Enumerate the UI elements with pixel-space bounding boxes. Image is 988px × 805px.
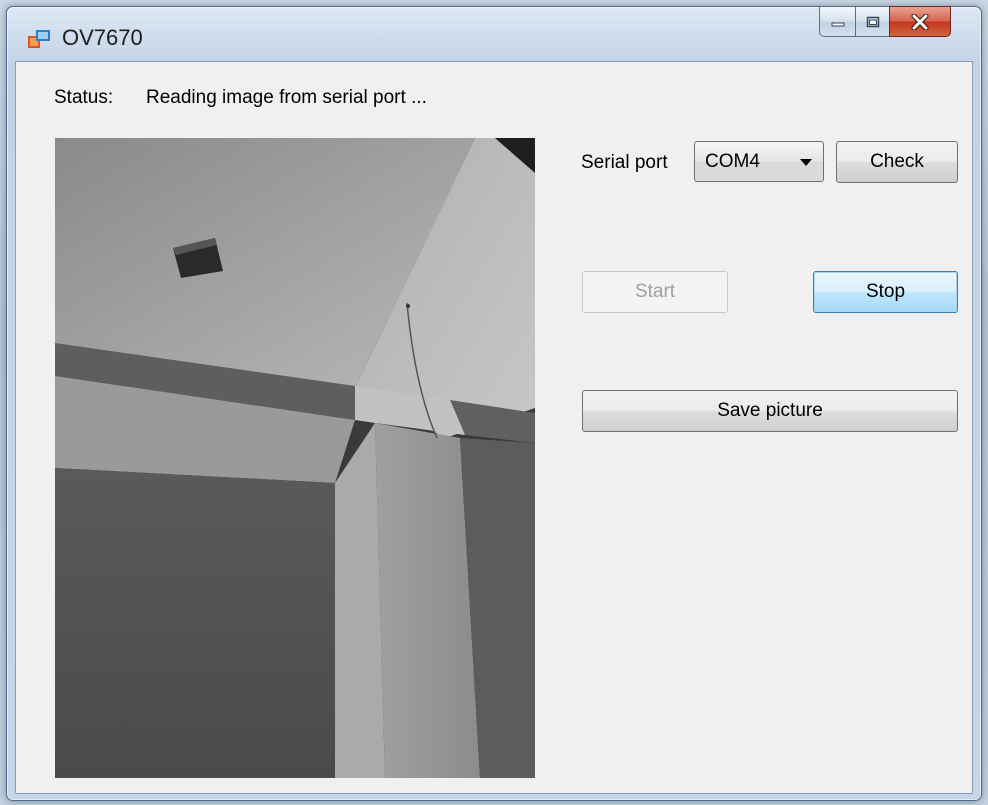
minimize-button[interactable]	[819, 6, 855, 37]
client-area: Status: Reading image from serial port .…	[15, 61, 973, 794]
window-title: OV7670	[62, 25, 143, 50]
app-window: OV7670 Status: Reading image from serial…	[6, 6, 982, 801]
camera-preview	[55, 138, 535, 778]
app-icon	[28, 30, 50, 48]
stop-button[interactable]: Stop	[813, 271, 958, 313]
close-icon	[911, 13, 929, 30]
close-button[interactable]	[889, 6, 951, 37]
save-picture-button[interactable]: Save picture	[582, 390, 958, 432]
stop-button-label: Stop	[865, 281, 906, 302]
title-bar[interactable]: OV7670	[7, 6, 981, 61]
maximize-button[interactable]	[855, 6, 889, 37]
camera-frame-image	[55, 138, 535, 778]
serial-port-label: Serial port	[581, 152, 668, 173]
check-button-label: Check	[870, 151, 924, 172]
status-label: Status:	[54, 87, 114, 108]
minimize-icon	[831, 22, 844, 26]
caption-buttons	[819, 6, 951, 38]
start-button-label: Start	[634, 281, 676, 302]
start-button[interactable]: Start	[582, 271, 728, 313]
check-button[interactable]: Check	[836, 141, 958, 183]
serial-port-dropdown[interactable]: COM4	[694, 141, 824, 182]
save-picture-button-label: Save picture	[717, 400, 823, 421]
maximize-icon	[866, 16, 879, 27]
status-text: Reading image from serial port ...	[146, 87, 427, 108]
serial-port-value: COM4	[705, 151, 760, 172]
chevron-down-icon	[800, 159, 812, 166]
